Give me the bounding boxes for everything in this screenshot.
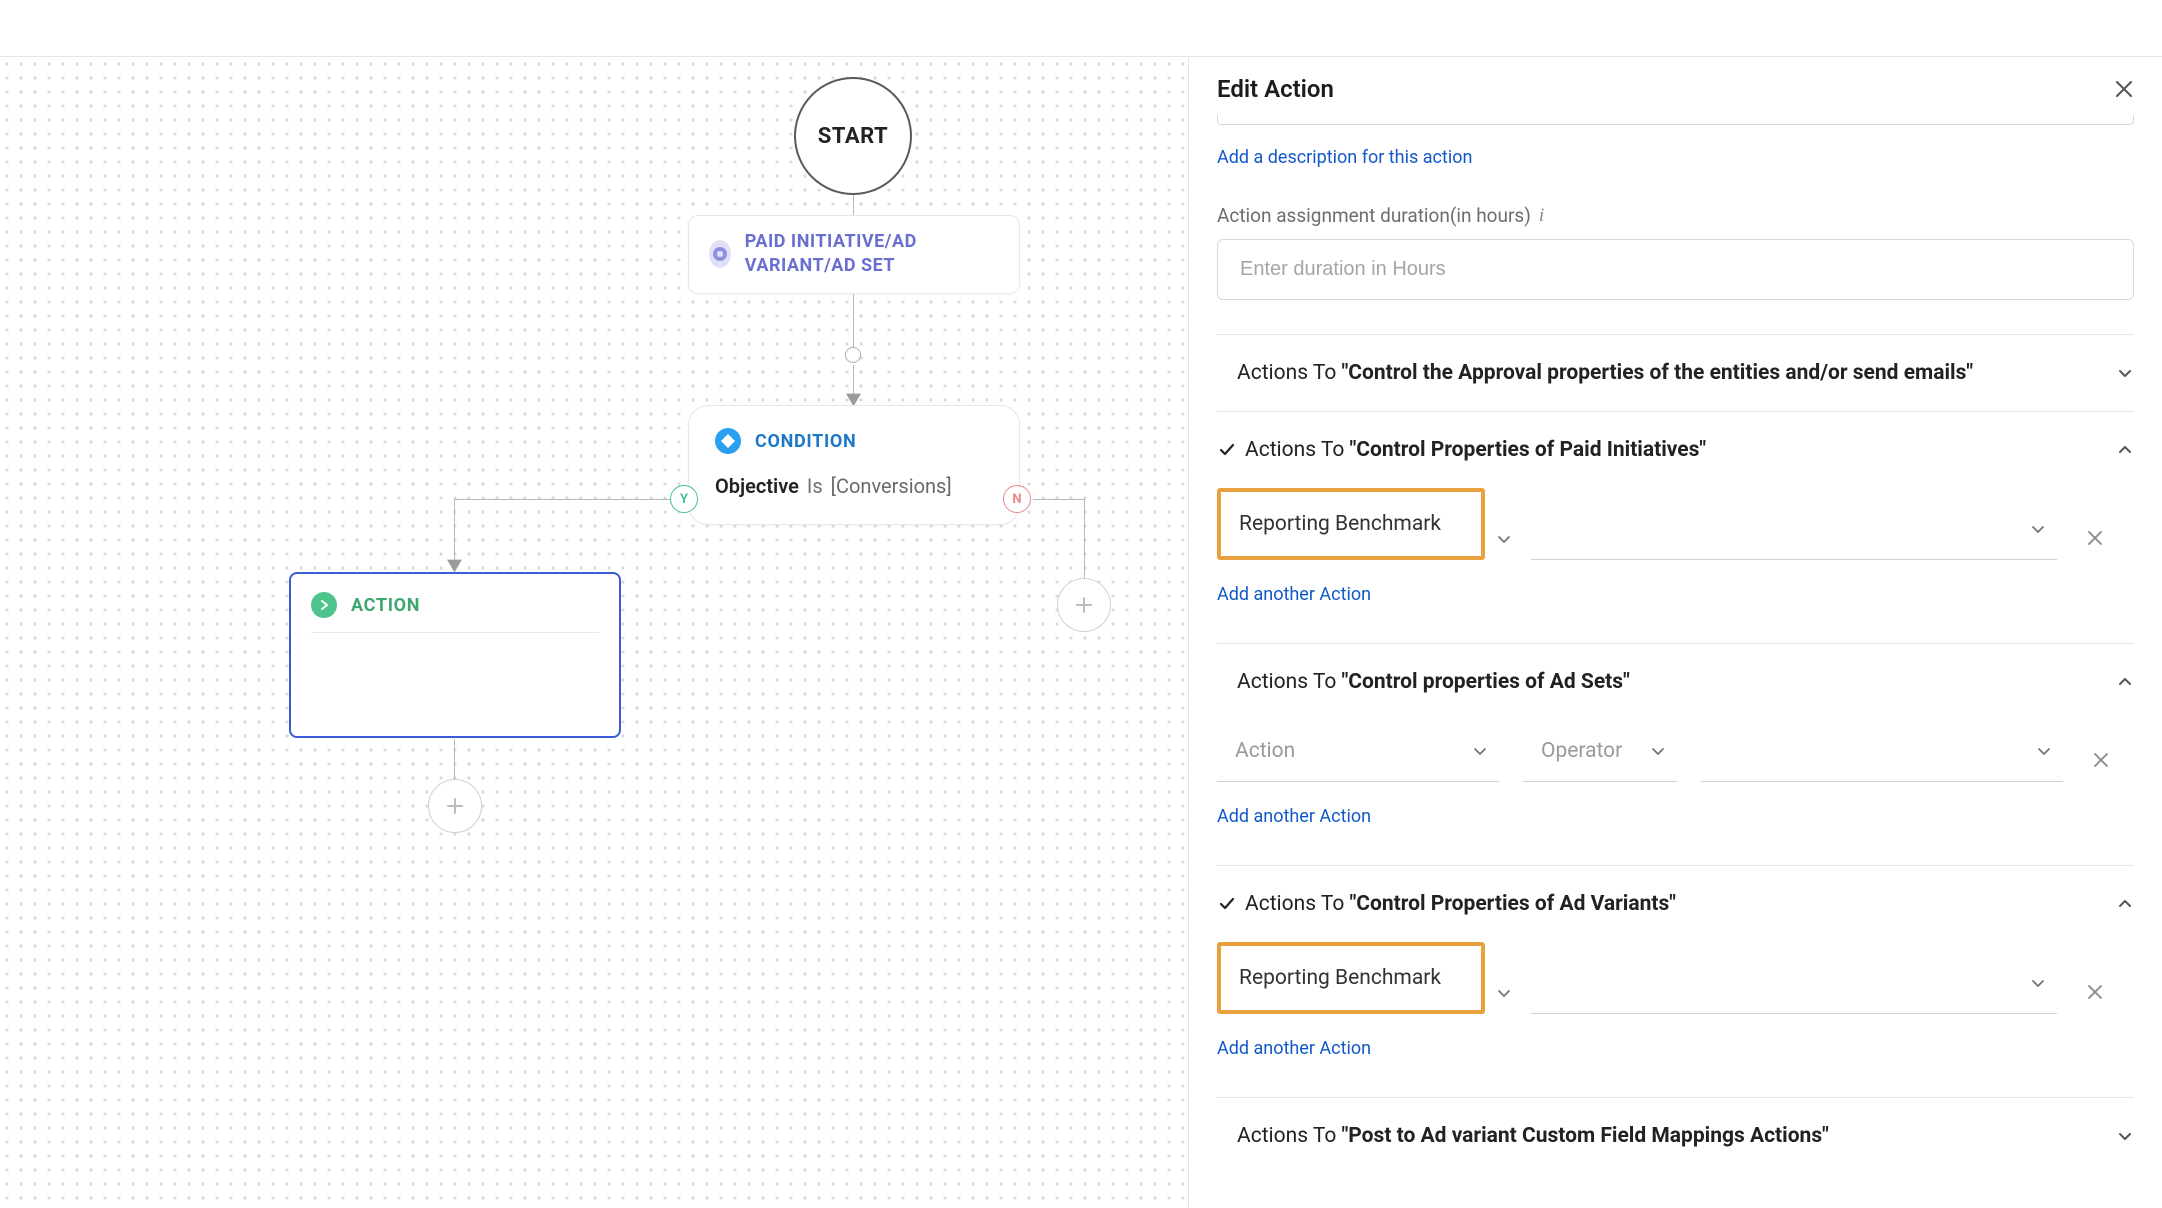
chevron-down-icon xyxy=(1495,984,1513,1002)
chevron-down-icon xyxy=(2116,364,2134,382)
flow-canvas: START PAID INITIATIVE/AD VARIANT/AD SET … xyxy=(0,57,1188,1208)
entity-node[interactable]: PAID INITIATIVE/AD VARIANT/AD SET xyxy=(688,215,1020,294)
add-another-action-link[interactable]: Add another Action xyxy=(1217,584,2134,605)
add-another-action-link[interactable]: Add another Action xyxy=(1217,806,2134,827)
action-node[interactable]: ACTION xyxy=(289,572,621,738)
remove-row-button[interactable] xyxy=(2087,530,2103,560)
duration-input[interactable] xyxy=(1217,239,2134,300)
actions-to-prefix: Actions To xyxy=(1245,892,1350,916)
chevron-down-icon xyxy=(2029,974,2047,992)
start-label: START xyxy=(818,124,888,149)
value-select-variants[interactable] xyxy=(1531,952,2057,1014)
condition-icon xyxy=(715,428,741,454)
section-approval[interactable]: Actions To "Control the Approval propert… xyxy=(1217,335,2134,411)
operator-select-adsets[interactable]: Operator xyxy=(1523,720,1677,782)
add-another-action-link[interactable]: Add another Action xyxy=(1217,1038,2134,1059)
value-select-adsets[interactable] xyxy=(1701,720,2063,782)
info-icon[interactable]: i xyxy=(1539,205,1544,227)
action-select-value: Reporting Benchmark xyxy=(1239,512,1441,536)
action-placeholder: Action xyxy=(1235,739,1295,763)
condition-value: [Conversions] xyxy=(831,474,952,498)
side-panel: Edit Action Add a description for this a… xyxy=(1188,57,2162,1208)
section-post-mappings[interactable]: Actions To "Post to Ad variant Custom Fi… xyxy=(1217,1098,2134,1174)
connector xyxy=(1084,499,1085,579)
action-select-paid[interactable]: Reporting Benchmark xyxy=(1217,488,1485,560)
action-label: ACTION xyxy=(351,595,420,616)
chevron-down-icon xyxy=(2035,742,2053,760)
no-badge: N xyxy=(1003,485,1031,513)
chevron-down-icon xyxy=(1471,742,1489,760)
connector-dot xyxy=(845,347,861,363)
add-description-link[interactable]: Add a description for this action xyxy=(1217,147,1472,168)
remove-row-button[interactable] xyxy=(2087,984,2103,1014)
condition-label: CONDITION xyxy=(755,431,856,452)
check-icon xyxy=(1217,442,1237,458)
close-button[interactable] xyxy=(2114,79,2134,99)
chevron-down-icon xyxy=(1649,742,1667,760)
entity-icon xyxy=(709,240,731,268)
value-select-paid[interactable] xyxy=(1531,498,2057,560)
connector xyxy=(455,499,671,500)
condition-attribute: Objective xyxy=(715,474,799,498)
chevron-down-icon xyxy=(2116,1127,2134,1145)
action-icon xyxy=(311,592,337,618)
actions-to-prefix: Actions To xyxy=(1245,438,1350,462)
chevron-up-icon xyxy=(2116,673,2134,691)
section-title: "Post to Ad variant Custom Field Mapping… xyxy=(1342,1124,1829,1148)
section-title: "Control the Approval properties of the … xyxy=(1342,361,1973,385)
entity-label: PAID INITIATIVE/AD VARIANT/AD SET xyxy=(745,230,999,279)
operator-placeholder: Operator xyxy=(1541,739,1622,763)
chevron-down-icon xyxy=(2029,520,2047,538)
chevron-down-icon xyxy=(1495,530,1513,548)
actions-to-prefix: Actions To xyxy=(1237,670,1342,694)
condition-operator: Is xyxy=(807,474,823,498)
connector xyxy=(1033,499,1085,500)
duration-label: Action assignment duration(in hours) xyxy=(1217,204,1531,227)
section-ad-variants[interactable]: Actions To "Control Properties of Ad Var… xyxy=(1217,866,2134,942)
section-title: "Control Properties of Paid Initiatives" xyxy=(1350,438,1707,462)
topbar xyxy=(0,0,2162,57)
chevron-up-icon xyxy=(2116,895,2134,913)
check-icon xyxy=(1217,896,1237,912)
actions-to-prefix: Actions To xyxy=(1237,1124,1342,1148)
chevron-up-icon xyxy=(2116,441,2134,459)
condition-node[interactable]: CONDITION Objective Is [Conversions] xyxy=(688,405,1020,525)
connector xyxy=(454,499,455,565)
remove-row-button[interactable] xyxy=(2093,752,2109,782)
section-title: "Control properties of Ad Sets" xyxy=(1342,670,1630,694)
action-select-variants[interactable]: Reporting Benchmark xyxy=(1217,942,1485,1014)
app-container: START PAID INITIATIVE/AD VARIANT/AD SET … xyxy=(0,57,2162,1208)
section-paid-initiatives[interactable]: Actions To "Control Properties of Paid I… xyxy=(1217,412,2134,488)
action-select-adsets[interactable]: Action xyxy=(1217,720,1499,782)
actions-to-prefix: Actions To xyxy=(1237,361,1342,385)
connector xyxy=(454,739,455,780)
connector xyxy=(853,195,854,215)
arrow-down-icon xyxy=(447,559,462,573)
section-ad-sets[interactable]: Actions To "Control properties of Ad Set… xyxy=(1217,644,2134,720)
yes-badge: Y xyxy=(670,485,698,513)
name-input-bottom[interactable] xyxy=(1217,115,2134,125)
start-node[interactable]: START xyxy=(794,77,912,195)
action-select-value: Reporting Benchmark xyxy=(1239,966,1441,990)
add-step-button[interactable] xyxy=(428,779,482,833)
panel-title: Edit Action xyxy=(1217,75,1334,103)
add-branch-button[interactable] xyxy=(1057,578,1111,632)
section-title: "Control Properties of Ad Variants" xyxy=(1350,892,1676,916)
